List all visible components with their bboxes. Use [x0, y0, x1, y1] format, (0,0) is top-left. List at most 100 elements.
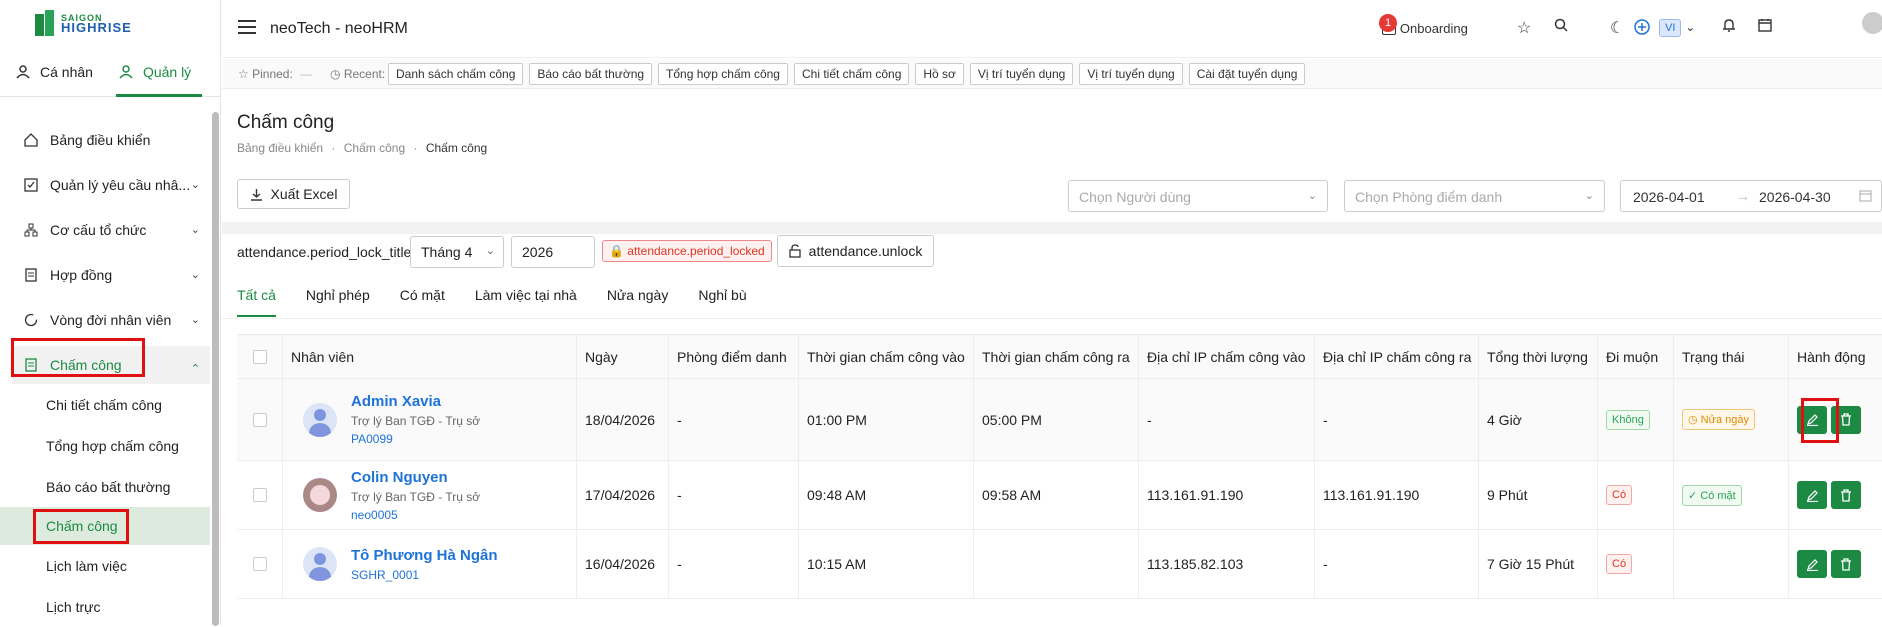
- calendar-icon[interactable]: [1758, 18, 1772, 35]
- employee-code[interactable]: neo0005: [351, 508, 480, 522]
- date-range-picker[interactable]: 2026-04-01 → 2026-04-30: [1620, 180, 1882, 212]
- date-to[interactable]: 2026-04-30: [1759, 189, 1831, 205]
- sidebar-sub-attendance-summary[interactable]: Tổng hợp chấm công: [12, 425, 210, 466]
- sidebar-sub-attendance-detail[interactable]: Chi tiết chấm công: [12, 384, 210, 425]
- column-header[interactable]: Thời gian chấm công ra: [974, 335, 1139, 378]
- header-checkbox-cell: [237, 335, 283, 378]
- column-header[interactable]: Nhân viên: [283, 335, 577, 378]
- star-icon[interactable]: ☆: [1517, 18, 1531, 38]
- export-label: Xuất Excel: [270, 186, 338, 202]
- row-checkbox[interactable]: [252, 488, 267, 502]
- breadcrumb: Bảng điều khiển · Chấm công · Chấm công: [237, 141, 488, 155]
- tab-compensatory[interactable]: Nghỉ bù: [698, 287, 746, 317]
- table-row[interactable]: Admin Xavia Trợ lý Ban TGĐ - Trụ sở PA00…: [237, 379, 1882, 461]
- employee-name[interactable]: Colin Nguyen: [351, 469, 480, 486]
- year-input[interactable]: 2026: [511, 236, 595, 268]
- row-checkbox[interactable]: [252, 412, 267, 427]
- tab-remote[interactable]: Làm việc tại nhà: [475, 287, 577, 317]
- column-header[interactable]: Tổng thời lượng: [1479, 335, 1598, 378]
- tab-half-day[interactable]: Nửa ngày: [607, 287, 669, 317]
- breadcrumb-item[interactable]: Chấm công: [344, 141, 405, 155]
- employee-cell: Colin Nguyen Trợ lý Ban TGĐ - Trụ sở neo…: [283, 461, 577, 529]
- column-header[interactable]: Địa chỉ IP chấm công vào: [1139, 335, 1315, 378]
- menu-icon[interactable]: [238, 20, 256, 34]
- sidebar-sub-anomaly-report[interactable]: Báo cáo bất thường: [12, 466, 210, 507]
- column-header[interactable]: Địa chỉ IP chấm công ra: [1315, 335, 1479, 378]
- recent-chip[interactable]: Vị trí tuyển dụng: [969, 63, 1074, 85]
- recent-chip[interactable]: Hồ sơ: [915, 63, 964, 85]
- sidebar-sub-work-schedule[interactable]: Lịch làm việc: [12, 545, 210, 586]
- mode-personal[interactable]: Cá nhân: [16, 64, 93, 80]
- table-row[interactable]: Colin Nguyen Trợ lý Ban TGĐ - Trụ sở neo…: [237, 461, 1882, 530]
- column-header[interactable]: Trạng thái: [1674, 335, 1789, 378]
- sidebar-sub-attendance[interactable]: Chấm công: [0, 507, 210, 545]
- employee-name[interactable]: Tô Phương Hà Ngân: [351, 547, 498, 564]
- trash-icon: [1841, 557, 1851, 571]
- chevron-up-icon: ⌃: [190, 363, 200, 375]
- language-select[interactable]: VI ⌄: [1659, 18, 1696, 37]
- table-header: Nhân viên Ngày Phòng điểm danh Thời gian…: [237, 335, 1882, 379]
- sidebar-item-contracts[interactable]: Hợp đồng ⌄: [12, 252, 210, 297]
- export-excel-button[interactable]: Xuất Excel: [237, 179, 350, 209]
- column-header[interactable]: Phòng điểm danh: [669, 335, 799, 378]
- status-label: Có mặt: [1700, 489, 1736, 502]
- edit-button[interactable]: [1797, 550, 1827, 578]
- column-header[interactable]: Thời gian chấm công vào: [799, 335, 974, 378]
- late-cell: Không: [1598, 379, 1674, 460]
- tab-all[interactable]: Tất cả: [237, 287, 276, 317]
- dark-mode-icon[interactable]: ☾: [1610, 18, 1624, 38]
- unlock-button[interactable]: attendance.unlock: [777, 235, 934, 267]
- recent-chip[interactable]: Tổng hợp chấm công: [658, 63, 788, 85]
- chevron-down-icon: ⌄: [190, 269, 200, 281]
- user-select[interactable]: Chọn Người dùng ⌄: [1068, 180, 1328, 212]
- employee-code[interactable]: SGHR_0001: [351, 568, 498, 582]
- sidebar-item-org[interactable]: Cơ cấu tổ chức ⌄: [12, 207, 210, 252]
- tab-present[interactable]: Có mặt: [400, 287, 445, 317]
- delete-button[interactable]: [1831, 481, 1861, 509]
- arrow-right-icon: →: [1736, 188, 1750, 204]
- delete-button[interactable]: [1831, 405, 1861, 434]
- delete-button[interactable]: [1831, 550, 1861, 578]
- sidebar-sub-duty-schedule[interactable]: Lịch trực: [12, 586, 210, 627]
- room-select[interactable]: Chọn Phòng điểm danh ⌄: [1344, 180, 1605, 212]
- sidebar-item-attendance[interactable]: Chấm công ⌃: [12, 346, 210, 384]
- actions-cell: [1789, 530, 1882, 598]
- employee-code[interactable]: PA0099: [351, 432, 480, 446]
- late-cell: Có: [1598, 530, 1674, 598]
- recent-chip[interactable]: Cài đặt tuyển dụng: [1188, 63, 1306, 85]
- edit-button[interactable]: [1797, 405, 1827, 434]
- recent-chip[interactable]: Chi tiết chấm công: [793, 63, 910, 85]
- table-row[interactable]: Tô Phương Hà Ngân SGHR_0001 16/04/2026 -…: [237, 530, 1882, 599]
- cycle-icon: [24, 313, 38, 327]
- select-all-checkbox[interactable]: [252, 349, 267, 364]
- sidebar-item-label: Chấm công: [50, 357, 122, 373]
- search-icon[interactable]: [1554, 18, 1568, 35]
- sidebar-item-requests[interactable]: Quản lý yêu cầu nhâ... ⌄: [12, 162, 210, 207]
- chevron-down-icon: ⌄: [190, 179, 200, 191]
- mode-manage[interactable]: Quản lý: [119, 64, 191, 80]
- sidebar-sub-label: Lịch trực: [46, 598, 101, 615]
- sidebar-scrollbar[interactable]: [212, 112, 219, 626]
- add-icon[interactable]: [1634, 19, 1650, 38]
- edit-button[interactable]: [1797, 481, 1827, 509]
- avatar[interactable]: [1862, 12, 1882, 34]
- bell-icon[interactable]: [1722, 18, 1736, 36]
- sidebar-item-lifecycle[interactable]: Vòng đời nhân viên ⌄: [12, 297, 210, 342]
- recent-chip[interactable]: Báo cáo bất thường: [529, 63, 653, 85]
- brand-logo[interactable]: SAIGON HIGHRISE: [33, 10, 132, 36]
- employee-name[interactable]: Admin Xavia: [351, 393, 480, 410]
- recent-chip[interactable]: Danh sách chấm công: [388, 63, 524, 85]
- tab-leave[interactable]: Nghỉ phép: [306, 287, 370, 317]
- chevron-down-icon: ⌄: [1584, 190, 1594, 202]
- column-header[interactable]: Đi muộn: [1598, 335, 1674, 378]
- breadcrumb-item[interactable]: Bảng điều khiển: [237, 141, 323, 155]
- date-from[interactable]: 2026-04-01: [1633, 189, 1705, 205]
- row-checkbox[interactable]: [252, 557, 267, 571]
- recent-chip[interactable]: Vị trí tuyển dụng: [1079, 63, 1183, 85]
- month-select[interactable]: Tháng 4 ⌄: [410, 236, 504, 268]
- sidebar-item-dashboard[interactable]: Bảng điều khiển: [12, 117, 210, 162]
- column-header[interactable]: Ngày: [577, 335, 669, 378]
- pinned-empty: —: [300, 67, 313, 81]
- onboarding-button[interactable]: 1 Onboarding: [1379, 14, 1468, 36]
- chevron-down-icon: ⌄: [1685, 20, 1696, 34]
